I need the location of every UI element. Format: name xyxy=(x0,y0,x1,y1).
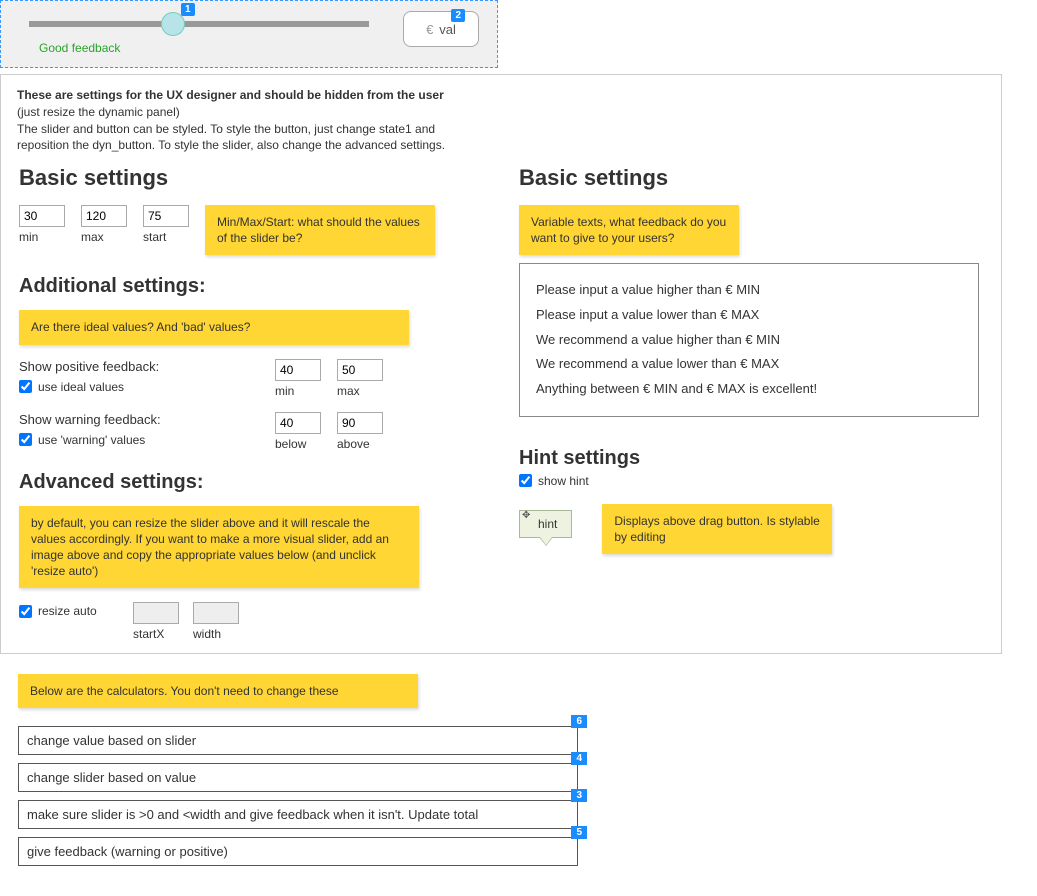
calculators-hint-box: Below are the calculators. You don't nee… xyxy=(18,674,418,708)
ideal-max-input[interactable] xyxy=(337,359,383,381)
calc-box-1[interactable]: change value based on slider 6 xyxy=(18,726,578,755)
warn-above-input[interactable] xyxy=(337,412,383,434)
advanced-settings-heading: Advanced settings: xyxy=(19,471,479,494)
basic-settings-heading: Basic settings xyxy=(19,165,479,191)
warning-feedback-label: Show warning feedback: xyxy=(19,412,259,427)
calc-text-3: make sure slider is >0 and <width and gi… xyxy=(27,807,478,822)
resize-auto-label: resize auto xyxy=(38,604,97,618)
feedback-text-1: Please input a value higher than € MIN xyxy=(536,278,962,303)
calc-marker-4: 5 xyxy=(571,826,587,839)
calc-marker-1: 6 xyxy=(571,715,587,728)
warn-below-label: below xyxy=(275,437,321,451)
calc-marker-3: 3 xyxy=(571,789,587,802)
ideal-min-input[interactable] xyxy=(275,359,321,381)
startx-label: startX xyxy=(133,627,179,641)
settings-panel: These are settings for the UX designer a… xyxy=(0,74,1002,654)
additional-settings-heading: Additional settings: xyxy=(19,275,479,298)
intro-line2: (just resize the dynamic panel) xyxy=(17,105,180,119)
calc-box-2[interactable]: change slider based on value 4 xyxy=(18,763,578,792)
hint-chip[interactable]: ✥ hint xyxy=(519,510,572,538)
hint-chip-label: hint xyxy=(538,517,557,531)
warn-above-label: above xyxy=(337,437,383,451)
intro-line3: The slider and button can be styled. To … xyxy=(17,122,435,136)
slider-track[interactable] xyxy=(29,21,369,27)
calc-marker-2: 4 xyxy=(571,752,587,765)
hint-settings-heading: Hint settings xyxy=(519,447,979,470)
warning-values-label: use 'warning' values xyxy=(38,433,145,447)
feedback-text-2: Please input a value lower than € MAX xyxy=(536,303,962,328)
basic-settings-heading-right: Basic settings xyxy=(519,165,979,191)
calc-box-3[interactable]: make sure slider is >0 and <width and gi… xyxy=(18,800,578,829)
show-hint-label: show hint xyxy=(538,474,589,488)
max-label: max xyxy=(81,230,127,244)
warning-values-checkbox[interactable] xyxy=(19,433,32,446)
intro-text: These are settings for the UX designer a… xyxy=(17,87,985,154)
additional-hint-box: Are there ideal values? And 'bad' values… xyxy=(19,310,409,344)
show-hint-checkbox[interactable] xyxy=(519,474,532,487)
calculators-area: Below are the calculators. You don't nee… xyxy=(0,664,1002,896)
start-input[interactable] xyxy=(143,205,189,227)
resize-auto-checkbox[interactable] xyxy=(19,605,32,618)
right-column: Basic settings Variable texts, what feed… xyxy=(519,165,979,554)
slider-feedback: Good feedback xyxy=(39,41,120,55)
feedback-texts-box: Please input a value higher than € MIN P… xyxy=(519,263,979,416)
euro-icon: € xyxy=(426,22,433,37)
hint-desc-box: Displays above drag button. Is stylable … xyxy=(602,504,832,554)
marker-1: 1 xyxy=(181,3,195,16)
startx-input[interactable] xyxy=(133,602,179,624)
advanced-hint-box: by default, you can resize the slider ab… xyxy=(19,506,419,589)
calc-text-4: give feedback (warning or positive) xyxy=(27,844,228,859)
value-button[interactable]: € val xyxy=(403,11,479,47)
intro-bold: These are settings for the UX designer a… xyxy=(17,88,444,102)
feedback-text-4: We recommend a value lower than € MAX xyxy=(536,352,962,377)
feedback-text-5: Anything between € MIN and € MAX is exce… xyxy=(536,377,962,402)
min-label: min xyxy=(19,230,65,244)
move-icon: ✥ xyxy=(522,510,530,521)
value-label: val xyxy=(439,22,456,37)
ideal-values-checkbox[interactable] xyxy=(19,380,32,393)
feedback-text-3: We recommend a value higher than € MIN xyxy=(536,328,962,353)
max-input[interactable] xyxy=(81,205,127,227)
left-column: Basic settings min max start Min/Max/Sta… xyxy=(19,165,479,641)
warn-below-input[interactable] xyxy=(275,412,321,434)
calc-box-4[interactable]: give feedback (warning or positive) 5 xyxy=(18,837,578,866)
texts-hint-box: Variable texts, what feedback do you wan… xyxy=(519,205,739,255)
slider-panel: 1 Good feedback € val 2 xyxy=(0,0,498,68)
ideal-min-label: min xyxy=(275,384,321,398)
marker-2: 2 xyxy=(451,9,465,22)
basic-hint-box: Min/Max/Start: what should the values of… xyxy=(205,205,435,255)
feedback-text: Good feedback xyxy=(39,41,120,55)
intro-line4: reposition the dyn_button. To style the … xyxy=(17,138,445,152)
width-label: width xyxy=(193,627,239,641)
ideal-max-label: max xyxy=(337,384,383,398)
min-input[interactable] xyxy=(19,205,65,227)
calc-text-2: change slider based on value xyxy=(27,770,196,785)
width-input[interactable] xyxy=(193,602,239,624)
ideal-values-label: use ideal values xyxy=(38,380,124,394)
calc-text-1: change value based on slider xyxy=(27,733,196,748)
positive-feedback-label: Show positive feedback: xyxy=(19,359,259,374)
start-label: start xyxy=(143,230,189,244)
